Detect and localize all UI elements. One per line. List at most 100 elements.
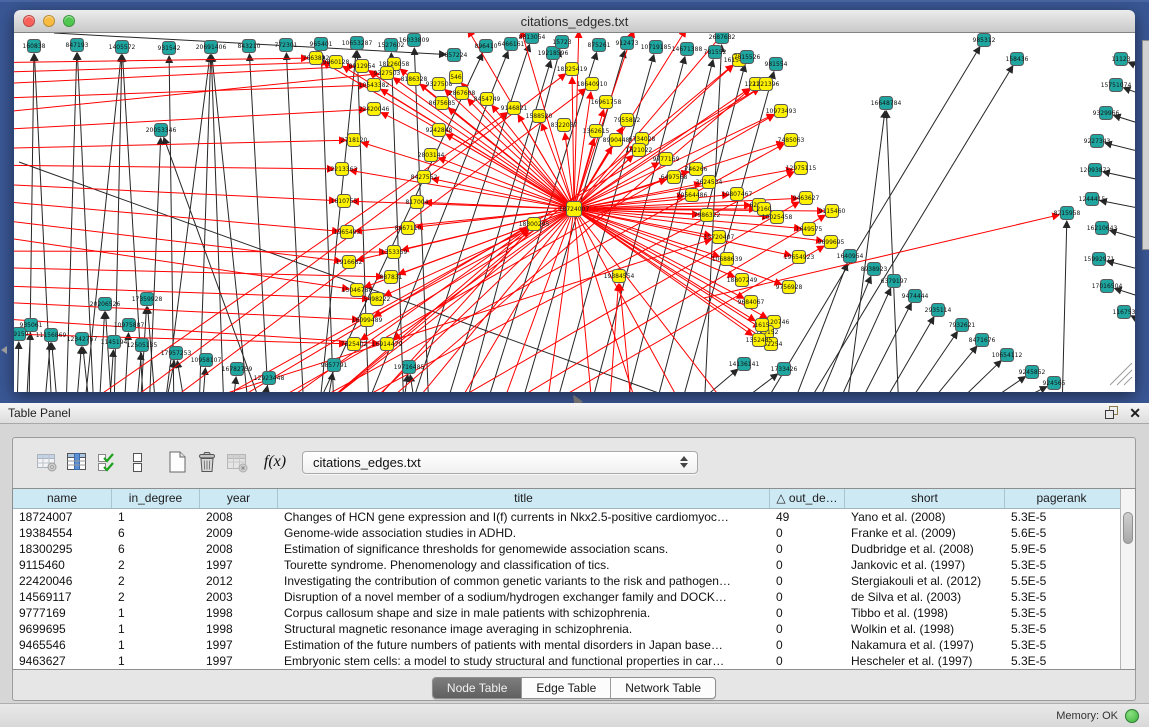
graph-node[interactable]: 17016504: [1092, 280, 1123, 293]
graph-node[interactable]: 843210: [238, 40, 261, 53]
resize-grip-icon[interactable]: [1117, 370, 1132, 385]
graph-node[interactable]: 912473: [616, 37, 639, 50]
graph-node[interactable]: 6497568: [661, 171, 688, 184]
delete-table-icon[interactable]: [222, 448, 252, 476]
graph-node[interactable]: 14136141: [729, 358, 760, 371]
graph-node[interactable]: 10654112: [992, 349, 1023, 362]
graph-node[interactable]: 12975115: [786, 162, 817, 175]
graph-node[interactable]: 7485063: [778, 134, 805, 147]
graph-node[interactable]: 985312: [973, 34, 996, 47]
graph-node[interactable]: 22420046: [359, 103, 390, 116]
graph-node[interactable]: 896410: [475, 40, 498, 53]
graph-node[interactable]: 931542: [158, 42, 181, 55]
graph-node[interactable]: 19716485: [394, 361, 425, 374]
column-header[interactable]: △ out_de…: [770, 489, 845, 508]
graph-node[interactable]: 875261: [588, 39, 611, 52]
graph-node[interactable]: 16782759: [222, 363, 253, 376]
graph-node[interactable]: 1640954: [837, 250, 864, 263]
table-row[interactable]: 977716911998Corpus callosum shape and si…: [13, 605, 1120, 621]
column-header[interactable]: name: [13, 489, 112, 508]
graph-node[interactable]: 1649575: [796, 223, 823, 236]
graph-node[interactable]: 160838: [23, 40, 46, 53]
graph-node[interactable]: 9463627: [793, 192, 820, 205]
table-row[interactable]: 911546021997Tourette syndrome. Phenomeno…: [13, 557, 1120, 573]
graph-node[interactable]: 2718120: [341, 134, 368, 147]
table-options-icon[interactable]: [32, 448, 62, 476]
graph-node[interactable]: 9329966: [1093, 107, 1120, 120]
column-header[interactable]: pagerank: [1005, 489, 1118, 508]
row-check-icon[interactable]: [92, 448, 122, 476]
graph-node[interactable]: 1733426: [771, 363, 798, 376]
graph-node[interactable]: 17957253: [161, 347, 192, 360]
delete-trash-icon[interactable]: [192, 448, 222, 476]
column-header[interactable]: in_degree: [112, 489, 200, 508]
graph-node[interactable]: 9474444: [902, 290, 929, 303]
graph-node[interactable]: 16648784: [871, 97, 902, 110]
table-row[interactable]: 1872400712008Changes of HCN gene express…: [13, 509, 1120, 525]
table-row[interactable]: 2242004622012Investigating the contribut…: [13, 573, 1120, 589]
graph-node[interactable]: 19654923: [784, 251, 815, 264]
graph-node[interactable]: 17359928: [132, 293, 163, 306]
graph-node[interactable]: 7932621: [949, 319, 976, 332]
graph-node[interactable]: 11123: [1111, 53, 1130, 66]
column-visibility-icon[interactable]: [62, 448, 92, 476]
graph-node[interactable]: 10543382: [359, 79, 390, 92]
graph-node[interactable]: 10958107: [191, 354, 222, 367]
table-row[interactable]: 946362711997Embryonic stem cells: a mode…: [13, 653, 1120, 669]
graph-node[interactable]: 18325419: [557, 63, 588, 76]
graph-node[interactable]: 9115460: [819, 205, 846, 218]
graph-node[interactable]: 1916682: [336, 256, 363, 269]
graph-node[interactable]: 1362615: [583, 125, 610, 138]
graph-node[interactable]: 9756928: [776, 281, 803, 294]
close-panel-icon[interactable]: ✕: [1129, 406, 1141, 420]
graph-node[interactable]: 1588520: [526, 110, 553, 123]
graph-node[interactable]: 8215958: [1054, 207, 1081, 220]
column-header[interactable]: short: [845, 489, 1005, 508]
graph-node[interactable]: 1615: [754, 319, 769, 332]
graph-node[interactable]: 18640910: [577, 78, 608, 91]
table-row[interactable]: 1456911722003Disruption of a novel membe…: [13, 589, 1120, 605]
graph-node[interactable]: 8471676: [969, 334, 996, 347]
graph-node[interactable]: 7857224: [441, 49, 468, 62]
graph-node[interactable]: 10719185: [641, 41, 672, 54]
graph-node[interactable]: 2935114: [925, 304, 952, 317]
graph-node[interactable]: 15723: [552, 36, 571, 49]
resize-grip-icon[interactable]: [1124, 377, 1132, 385]
graph-node[interactable]: 12342757: [67, 333, 98, 346]
cell-entry-icon[interactable]: [122, 448, 152, 476]
window-titlebar[interactable]: citations_edges.txt: [14, 10, 1135, 33]
graph-node[interactable]: 1244415: [1079, 193, 1106, 206]
graph-node[interactable]: 1405572: [109, 41, 136, 54]
graph-node[interactable]: 9699695: [818, 236, 845, 249]
graph-node[interactable]: 8912954: [349, 60, 376, 73]
graph-node[interactable]: 981554: [765, 58, 788, 71]
graph-node[interactable]: 12213363: [327, 163, 358, 176]
graph-node[interactable]: 11156869: [36, 329, 67, 342]
graph-node[interactable]: 20053346: [146, 124, 177, 137]
graph-node[interactable]: 9146821: [501, 102, 528, 115]
graph-node[interactable]: 1810755: [331, 195, 358, 208]
table-scrollbar[interactable]: [1120, 489, 1135, 669]
graph-node[interactable]: 847193: [66, 39, 89, 52]
float-panel-icon[interactable]: [1105, 406, 1119, 420]
graph-node[interactable]: 10975887: [114, 319, 145, 332]
tab-node-table[interactable]: Node Table: [433, 678, 522, 698]
memory-status-icon[interactable]: [1125, 709, 1139, 723]
graph-node[interactable]: 1353359: [381, 246, 408, 259]
graph-node[interactable]: 2687682: [709, 33, 736, 44]
graph-node[interactable]: 8186328: [401, 73, 428, 86]
table-row[interactable]: 1830029562008Estimation of significance …: [13, 541, 1120, 557]
graph-node[interactable]: 546: [450, 71, 463, 84]
graph-node[interactable]: 10688639: [712, 253, 743, 266]
network-window[interactable]: citations_edges.txt 18724007183002951938…: [14, 10, 1135, 392]
function-builder-icon[interactable]: f(x): [260, 448, 290, 476]
graph-node[interactable]: 158436: [1006, 53, 1029, 66]
graph-node[interactable]: 9327508: [426, 78, 453, 91]
graph-node[interactable]: 16210643: [1087, 222, 1118, 235]
graph-node[interactable]: 16914479: [372, 338, 403, 351]
graph-node[interactable]: 8990448: [603, 134, 630, 147]
graph-node[interactable]: 12505135: [127, 339, 158, 352]
new-document-icon[interactable]: [162, 448, 192, 476]
graph-node[interactable]: 8322037: [551, 119, 578, 132]
graph-canvas[interactable]: 1872400718300295193845547663822986012889…: [14, 33, 1135, 392]
